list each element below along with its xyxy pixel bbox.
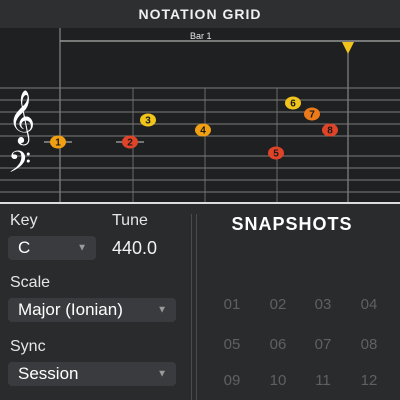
snapshot-slot-12[interactable]: 12: [351, 372, 387, 389]
scale-label: Scale: [10, 274, 51, 291]
note-label: 8: [327, 126, 333, 137]
note-label: 1: [55, 138, 61, 149]
playhead-triangle-icon[interactable]: [342, 42, 354, 54]
snapshots-title: SNAPSHOTS: [231, 214, 353, 234]
treble-clef-icon: 𝄞: [8, 89, 35, 145]
note-6[interactable]: 6: [285, 96, 301, 110]
settings-panel: Key Tune C ▼ 440.0 Scale Major (Ionian) …: [0, 204, 400, 400]
staff-svg: 𝄞 𝄢 1 2 3 4 5 6 7 8: [0, 28, 400, 202]
chevron-down-icon: ▼: [77, 242, 87, 254]
notation-grid-title: NOTATION GRID: [138, 6, 262, 22]
note-3[interactable]: 3: [140, 113, 156, 127]
snapshot-slot-06[interactable]: 06: [260, 336, 296, 353]
note-7[interactable]: 7: [304, 107, 320, 121]
bar-label: Bar 1: [190, 31, 212, 41]
snapshot-slot-03[interactable]: 03: [305, 296, 341, 313]
note-5[interactable]: 5: [268, 146, 284, 160]
note-1[interactable]: 1: [50, 135, 66, 149]
scale-dropdown[interactable]: Major (Ionian) ▼: [8, 298, 176, 322]
snapshot-slot-07[interactable]: 07: [305, 336, 341, 353]
sync-value: Session: [18, 364, 79, 383]
note-label: 6: [290, 99, 296, 110]
chevron-down-icon: ▼: [157, 368, 167, 380]
snapshot-slot-11[interactable]: 11: [305, 372, 341, 389]
snapshot-slot-08[interactable]: 08: [351, 336, 387, 353]
snapshot-slot-04[interactable]: 04: [351, 296, 387, 313]
note-label: 3: [145, 116, 151, 127]
key-label: Key: [10, 212, 38, 229]
scale-value: Major (Ionian): [18, 300, 123, 319]
chevron-down-icon: ▼: [157, 304, 167, 316]
tune-value[interactable]: 440.0: [112, 238, 157, 259]
note-4[interactable]: 4: [195, 123, 211, 137]
key-dropdown[interactable]: C ▼: [8, 236, 96, 260]
note-label: 4: [200, 126, 206, 137]
snapshot-slot-10[interactable]: 10: [260, 372, 296, 389]
tune-label: Tune: [112, 212, 148, 229]
note-8[interactable]: 8: [322, 123, 338, 137]
snapshot-slot-02[interactable]: 02: [260, 296, 296, 313]
note-label: 2: [127, 138, 133, 149]
panel-separator: [191, 214, 192, 400]
bass-clef-icon: 𝄢: [8, 146, 31, 187]
note-label: 7: [309, 110, 315, 121]
sync-dropdown[interactable]: Session ▼: [8, 362, 176, 386]
snapshot-slot-05[interactable]: 05: [214, 336, 250, 353]
panel-separator: [196, 214, 197, 400]
key-value: C: [18, 238, 31, 257]
note-2[interactable]: 2: [122, 135, 138, 149]
notation-grid-header: NOTATION GRID: [0, 0, 400, 28]
note-label: 5: [273, 149, 279, 160]
notation-grid[interactable]: 𝄞 𝄢 1 2 3 4 5 6 7 8 Bar 1: [0, 28, 400, 202]
snapshot-slot-09[interactable]: 09: [214, 372, 250, 389]
sync-label: Sync: [10, 338, 46, 355]
snapshot-slot-01[interactable]: 01: [214, 296, 250, 313]
